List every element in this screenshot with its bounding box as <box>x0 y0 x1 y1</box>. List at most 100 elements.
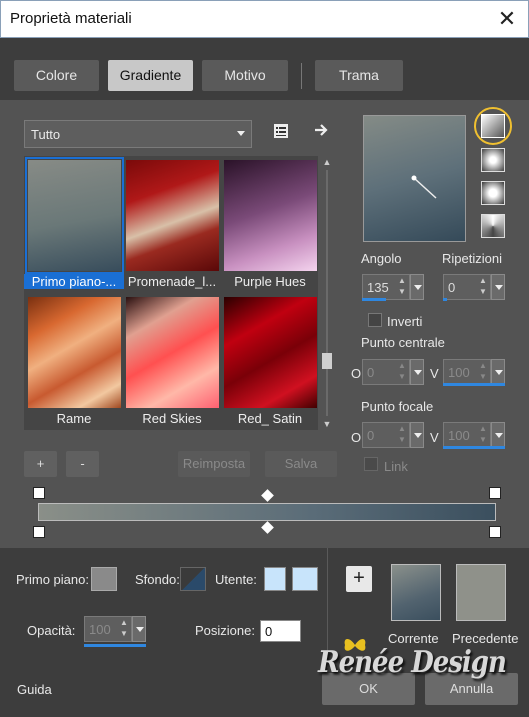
foreground-swatch[interactable] <box>91 567 117 591</box>
focal-o-spinner-icon[interactable]: ▲ ▼ <box>395 423 409 447</box>
angle-spinner-icon[interactable]: ▲ ▼ <box>395 275 409 299</box>
user-label: Utente: <box>215 572 257 587</box>
gradient-library-grid: Primo piano-... Promenade_l... Purple Hu… <box>24 156 318 430</box>
center-v-dropdown-button[interactable] <box>491 359 505 385</box>
focal-v-dropdown-button[interactable] <box>491 422 505 448</box>
focal-v-spinner-icon[interactable]: ▲ ▼ <box>476 423 490 447</box>
gradient-thumbnail <box>126 160 219 271</box>
focal-v-slider-fill <box>443 446 505 449</box>
focal-point-label: Punto focale <box>361 399 434 414</box>
color-stop-marker[interactable] <box>33 487 45 499</box>
gradient-item[interactable]: Rame <box>24 293 121 426</box>
focal-v-value: 100 <box>448 428 470 443</box>
help-link[interactable]: Guida <box>17 682 52 697</box>
linear-style-icon[interactable] <box>481 114 505 138</box>
repeats-value: 0 <box>448 280 456 295</box>
gradient-item[interactable]: Purple Hues <box>220 156 317 289</box>
scroll-thumb[interactable] <box>322 353 332 369</box>
tab-motivo[interactable]: Motivo <box>202 60 288 91</box>
reset-button[interactable]: Reimposta <box>178 451 250 477</box>
gradient-item-label: Purple Hues <box>234 274 306 289</box>
tab-colore[interactable]: Colore <box>14 60 99 91</box>
link-checkbox[interactable] <box>364 457 378 471</box>
sunburst-style-icon[interactable] <box>481 181 505 205</box>
add-gradient-button[interactable]: + <box>24 451 57 477</box>
tab-gradiente[interactable]: Gradiente <box>108 60 193 91</box>
remove-gradient-button[interactable]: - <box>66 451 99 477</box>
opacity-value: 100 <box>89 622 111 637</box>
user-swatch-large[interactable] <box>292 567 318 591</box>
chevron-down-icon <box>237 131 245 136</box>
link-label: Link <box>384 459 408 474</box>
tab-trama[interactable]: Trama <box>315 60 403 91</box>
library-icon[interactable] <box>272 122 290 140</box>
background-swatch[interactable] <box>180 567 206 591</box>
opacity-dropdown-button[interactable] <box>132 616 146 642</box>
tab-divider <box>301 63 302 89</box>
gradient-item[interactable]: Promenade_l... <box>122 156 219 289</box>
center-o-input[interactable]: 0 ▲ ▼ <box>362 359 410 385</box>
position-input[interactable]: 0 <box>260 620 301 642</box>
gradient-thumbnail <box>224 297 317 408</box>
midpoint-marker[interactable] <box>261 489 274 502</box>
angle-dropdown-button[interactable] <box>410 274 424 300</box>
user-swatch-small[interactable] <box>264 567 286 591</box>
opacity-stop-marker[interactable] <box>33 526 45 538</box>
center-o-spinner-icon[interactable]: ▲ ▼ <box>395 360 409 384</box>
save-gradient-button[interactable]: Salva <box>265 451 337 477</box>
scroll-up-icon[interactable]: ▲ <box>321 156 333 168</box>
gradient-item[interactable]: Red_ Satin <box>220 293 317 426</box>
repeats-slider-fill <box>443 298 447 301</box>
focal-o-value: 0 <box>367 428 375 443</box>
foreground-label: Primo piano: <box>16 572 89 587</box>
gradient-item-label: Red Skies <box>142 411 202 426</box>
gradient-thumbnail <box>224 160 317 271</box>
gradient-editor-bar[interactable] <box>38 503 496 521</box>
opacity-spinner-icon[interactable]: ▲ ▼ <box>117 617 131 641</box>
arrow-right-icon[interactable] <box>312 121 330 139</box>
invert-label: Inverti <box>387 314 423 329</box>
angle-input[interactable]: 135 ▲ ▼ <box>362 274 410 300</box>
center-o-dropdown-button[interactable] <box>410 359 424 385</box>
watermark-text: Renée Design <box>318 645 507 681</box>
center-o-label: O <box>351 366 362 381</box>
gradient-item[interactable]: Red Skies <box>122 293 219 426</box>
color-stop-marker[interactable] <box>489 487 501 499</box>
invert-checkbox[interactable] <box>368 313 382 327</box>
category-dropdown[interactable]: Tutto <box>24 120 252 148</box>
repeats-input[interactable]: 0 ▲ ▼ <box>443 274 491 300</box>
library-scrollbar[interactable]: ▲ ▼ <box>321 156 333 430</box>
window-title: Proprietà materiali <box>10 10 132 27</box>
midpoint-marker[interactable] <box>261 521 274 534</box>
center-point-label: Punto centrale <box>361 335 445 350</box>
rectangular-style-icon[interactable] <box>481 148 505 172</box>
title-bar: Proprietà materiali ✕ <box>0 0 529 38</box>
center-v-value: 100 <box>448 365 470 380</box>
focal-o-input[interactable]: 0 ▲ ▼ <box>362 422 410 448</box>
current-swatch[interactable] <box>391 564 441 621</box>
gradient-preview[interactable] <box>363 115 466 242</box>
angle-handle-icon[interactable] <box>408 172 442 202</box>
gradient-thumbnail <box>28 297 121 408</box>
radial-style-icon[interactable] <box>481 214 505 238</box>
gradient-item-label: Red_ Satin <box>237 411 303 426</box>
focal-o-dropdown-button[interactable] <box>410 422 424 448</box>
close-icon[interactable]: ✕ <box>494 6 520 32</box>
opacity-stop-marker[interactable] <box>489 526 501 538</box>
add-swatch-button[interactable]: + <box>346 566 372 592</box>
repeats-dropdown-button[interactable] <box>491 274 505 300</box>
previous-swatch[interactable] <box>456 564 506 621</box>
center-v-input[interactable]: 100 ▲ ▼ <box>443 359 491 385</box>
scroll-down-icon[interactable]: ▼ <box>321 418 333 430</box>
repeats-spinner-icon[interactable]: ▲ ▼ <box>476 275 490 299</box>
focal-o-label: O <box>351 430 362 445</box>
focal-v-label: V <box>430 430 439 445</box>
background-label: Sfondo: <box>135 572 180 587</box>
gradient-item[interactable]: Primo piano-... <box>24 156 124 289</box>
opacity-input[interactable]: 100 ▲ ▼ <box>84 616 132 642</box>
repeats-label: Ripetizioni <box>442 251 502 266</box>
previous-label: Precedente <box>452 631 519 646</box>
center-v-spinner-icon[interactable]: ▲ ▼ <box>476 360 490 384</box>
focal-v-input[interactable]: 100 ▲ ▼ <box>443 422 491 448</box>
opacity-slider-fill <box>84 644 146 647</box>
